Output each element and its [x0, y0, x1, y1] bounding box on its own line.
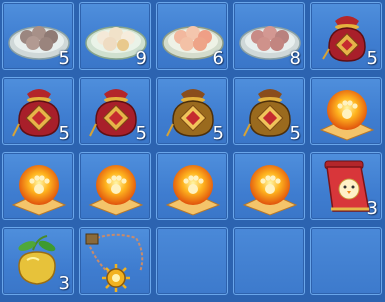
inventory-slot-2[interactable]: 9: [79, 2, 151, 70]
paw-orb-icon: [319, 90, 375, 141]
inventory-slot-12[interactable]: [79, 152, 151, 220]
inventory-slot-16[interactable]: 3: [2, 227, 74, 295]
item-count: 8: [289, 48, 301, 69]
inventory-slot-9[interactable]: 5: [233, 77, 305, 145]
item-count: 5: [58, 123, 70, 144]
inventory-slot-18[interactable]: [156, 227, 228, 295]
inventory-slot-8[interactable]: 5: [156, 77, 228, 145]
inventory-slot-5[interactable]: 5: [310, 2, 382, 70]
item-count: 5: [289, 123, 301, 144]
inventory-slot-11[interactable]: [2, 152, 74, 220]
item-count: 5: [366, 48, 378, 69]
inventory-grid: 5 9 6 8 5 5 5 5 5 3 3: [0, 0, 385, 302]
item-count: 3: [366, 198, 378, 219]
item-count: 5: [135, 123, 147, 144]
inventory-slot-3[interactable]: 6: [156, 2, 228, 70]
inventory-slot-19[interactable]: [233, 227, 305, 295]
item-count: 3: [58, 273, 70, 294]
item-count: 6: [212, 48, 224, 69]
item-count: 5: [58, 48, 70, 69]
paw-orb-icon: [88, 165, 144, 216]
inventory-slot-15[interactable]: 3: [310, 152, 382, 220]
inventory-slot-7[interactable]: 5: [79, 77, 151, 145]
paw-orb-icon: [165, 165, 221, 216]
inventory-slot-4[interactable]: 8: [233, 2, 305, 70]
inventory-slot-17[interactable]: [79, 227, 151, 295]
inventory-slot-10[interactable]: [310, 77, 382, 145]
item-count: 9: [135, 48, 147, 69]
paw-orb-icon: [242, 165, 298, 216]
item-count: 5: [212, 123, 224, 144]
inventory-slot-1[interactable]: 5: [2, 2, 74, 70]
sun-amulet-necklace-icon: [85, 233, 144, 292]
inventory-slot-20[interactable]: [310, 227, 382, 295]
inventory-slot-14[interactable]: [233, 152, 305, 220]
inventory-slot-6[interactable]: 5: [2, 77, 74, 145]
inventory-slot-13[interactable]: [156, 152, 228, 220]
paw-orb-icon: [11, 165, 67, 216]
